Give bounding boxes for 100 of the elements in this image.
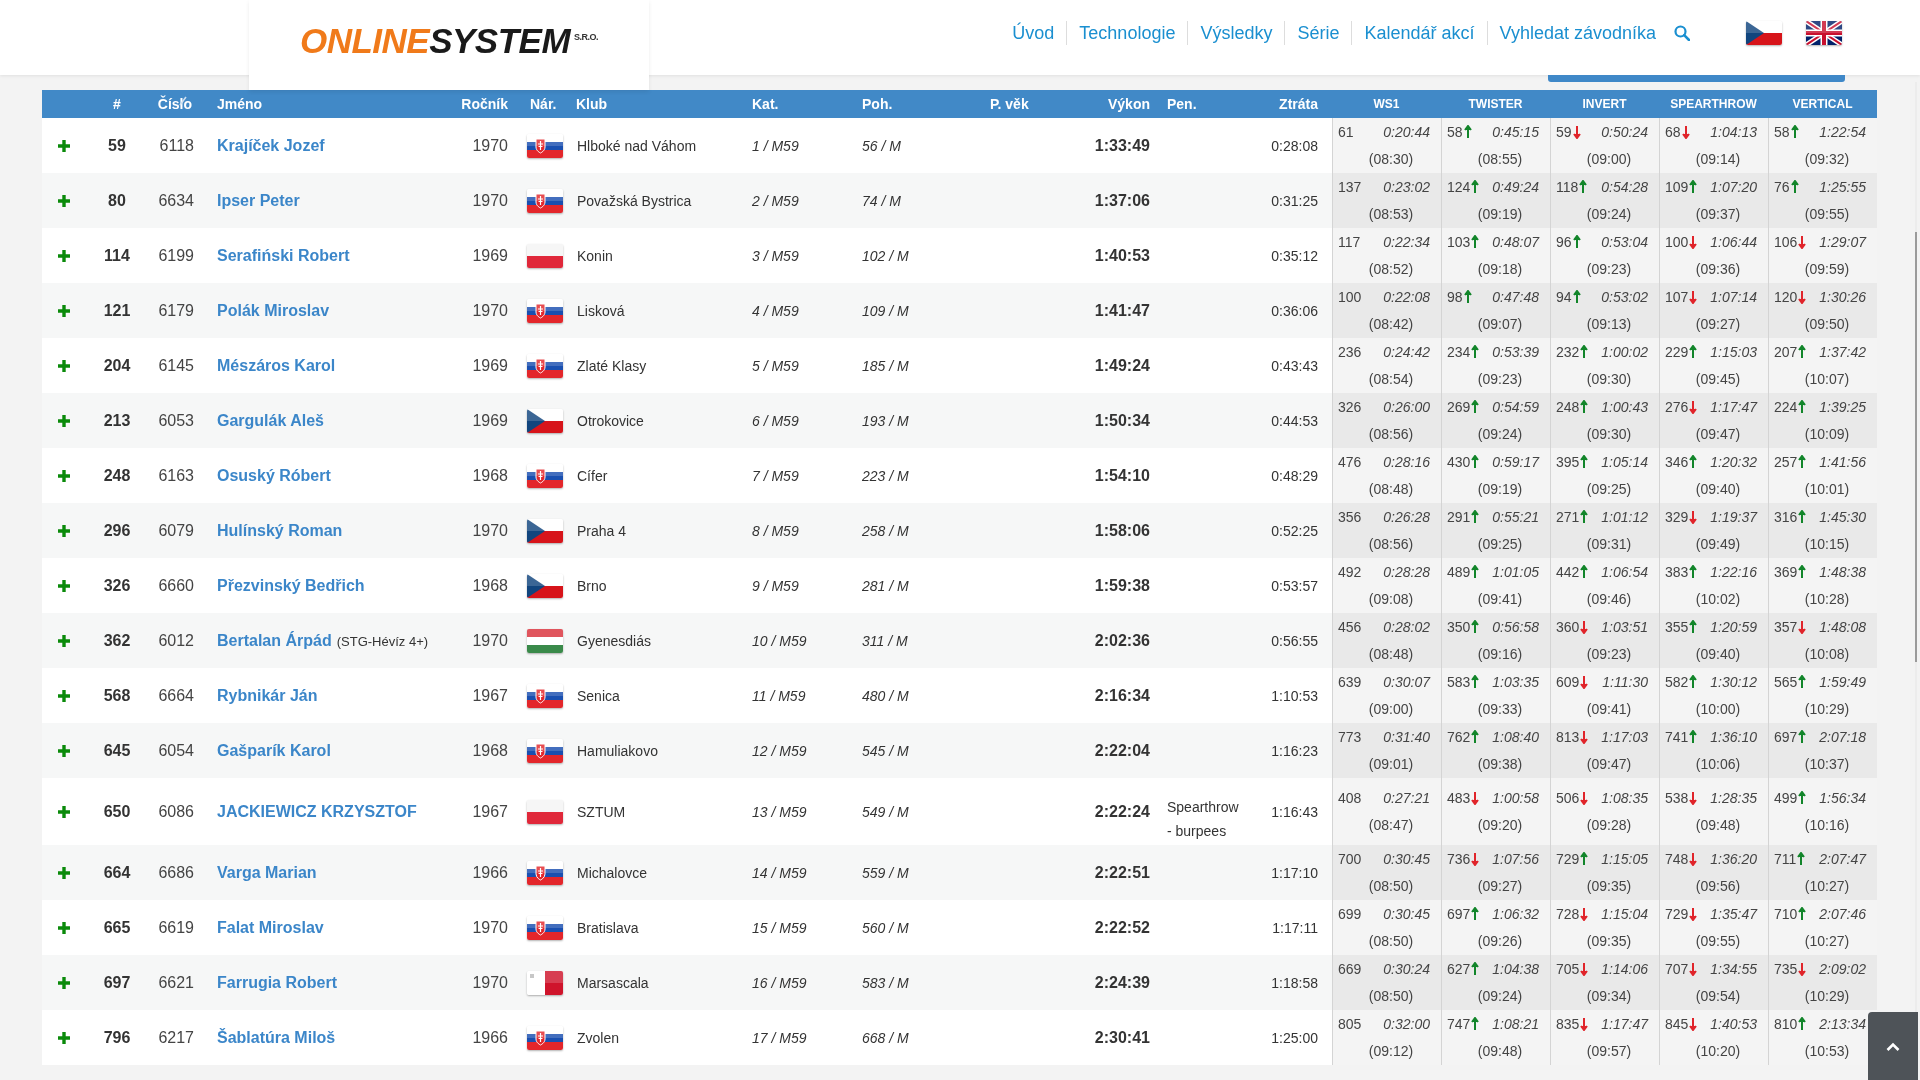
table-cell-text: 1968	[471, 576, 508, 595]
expand-plus-icon[interactable]	[57, 248, 71, 263]
table-cell-text: 1:16:43	[1270, 803, 1319, 820]
column-header[interactable]: Výkon	[1060, 96, 1150, 112]
table-cell-text: 296	[102, 521, 132, 540]
split-time: 2:13:34	[1818, 1016, 1866, 1032]
table-cell-text: 13 / M59	[751, 803, 808, 820]
column-header[interactable]: Číslo	[148, 96, 208, 112]
split-rank: 669	[1338, 961, 1362, 977]
split-time: 1:36:20	[1709, 851, 1757, 867]
nav-link[interactable]: Série	[1285, 22, 1352, 44]
athlete-link[interactable]: Přezvinský Bedřich	[217, 576, 365, 595]
athlete-link[interactable]: JACKIEWICZ KRZYSZTOF	[217, 802, 417, 821]
split-pace: (09:00)	[1367, 701, 1415, 717]
split-rank: 408	[1338, 790, 1362, 806]
split-time: 1:48:08	[1818, 619, 1866, 635]
table-cell-text: 1:58:06	[1093, 521, 1150, 540]
search-icon[interactable]	[1674, 25, 1690, 41]
athlete-link[interactable]: Šablatúra Miloš	[217, 1028, 336, 1047]
nav-link[interactable]: Kalendář akcí	[1352, 22, 1487, 44]
sort-icon[interactable]	[179, 96, 187, 106]
column-header[interactable]: WS1	[1332, 97, 1441, 111]
expand-plus-icon[interactable]	[57, 688, 71, 703]
column-header[interactable]: Ztráta	[1245, 96, 1332, 112]
nav-link[interactable]: Technologie	[1067, 22, 1188, 44]
table-cell-text: 6686	[157, 863, 195, 882]
athlete-link[interactable]: Osuský Róbert	[217, 466, 331, 485]
split-rank: 326	[1338, 399, 1362, 415]
expand-plus-icon[interactable]	[57, 975, 71, 990]
split-rank: 137	[1338, 179, 1362, 195]
athlete-link[interactable]: Varga Marian	[217, 863, 317, 882]
nav-link[interactable]: Úvod	[1000, 22, 1067, 44]
table-cell-text: Hamuliakovo	[576, 742, 659, 759]
split-pace: (10:29)	[1803, 701, 1851, 717]
athlete-link[interactable]: Hulínský Roman	[217, 521, 343, 540]
split-pace: (09:48)	[1476, 1043, 1524, 1059]
athlete-link[interactable]: Rybnikár Ján	[217, 686, 318, 705]
table-cell-text: 362	[102, 631, 132, 650]
expand-plus-icon[interactable]	[57, 865, 71, 880]
athlete-link[interactable]: Krajíček Jozef	[217, 136, 325, 155]
scrollbar-thumb[interactable]	[1915, 232, 1917, 662]
expand-plus-icon[interactable]	[57, 358, 71, 373]
table-cell-text: Brno	[576, 577, 608, 594]
split-rank: 383	[1665, 564, 1689, 580]
expand-plus-icon[interactable]	[57, 743, 71, 758]
column-header[interactable]: SPEARTHROW	[1659, 97, 1768, 111]
split-pace: (09:18)	[1476, 261, 1524, 277]
table-cell-text: 1967	[471, 686, 508, 705]
column-header[interactable]: TWISTER	[1441, 97, 1550, 111]
expand-plus-icon[interactable]	[57, 138, 71, 153]
language-flag-button[interactable]	[1746, 21, 1782, 45]
athlete-link[interactable]: Gašparík Karol	[217, 741, 331, 760]
nav-link[interactable]: Vyhledat závodníka	[1487, 22, 1668, 44]
table-cell-text: 583 / M	[861, 974, 910, 991]
column-header[interactable]: P. věk	[960, 96, 1060, 112]
athlete-link[interactable]: Polák Miroslav	[217, 301, 330, 320]
split-pace: (09:46)	[1585, 591, 1633, 607]
table-cell-text: Senica	[576, 687, 621, 704]
expand-plus-icon[interactable]	[57, 523, 71, 538]
language-flag-button[interactable]	[1806, 21, 1842, 45]
column-header[interactable]: INVERT	[1550, 97, 1659, 111]
expand-plus-icon[interactable]	[57, 303, 71, 318]
athlete-link[interactable]: Mészáros Karol	[217, 356, 336, 375]
athlete-link[interactable]: Farrugia Robert	[217, 973, 337, 992]
expand-plus-icon[interactable]	[57, 578, 71, 593]
table-cell-text: 1968	[471, 466, 508, 485]
column-header[interactable]: #	[86, 96, 148, 112]
column-header[interactable]: Nár.	[508, 96, 570, 112]
logo[interactable]: ONLINESYSTEM$^{S.R.O.}$	[299, 21, 599, 61]
expand-plus-icon[interactable]	[57, 633, 71, 648]
column-header[interactable]: Kat.	[740, 96, 840, 112]
column-header[interactable]: VERTICAL	[1768, 97, 1877, 111]
split-rank: 229	[1665, 344, 1689, 360]
expand-plus-icon[interactable]	[57, 920, 71, 935]
column-header[interactable]: Poh.	[840, 96, 960, 112]
split-time: 0:23:02	[1382, 179, 1430, 195]
split-rank: 442	[1556, 564, 1580, 580]
athlete-link[interactable]: Bertalan Árpád	[217, 631, 332, 650]
expand-plus-icon[interactable]	[57, 413, 71, 428]
nav-link[interactable]: Výsledky	[1188, 22, 1285, 44]
split-pace: (09:25)	[1476, 536, 1524, 552]
expand-plus-icon[interactable]	[57, 1030, 71, 1045]
athlete-link[interactable]: Serafiński Robert	[217, 246, 350, 265]
column-header[interactable]: Klub	[570, 96, 740, 112]
split-pace: (08:48)	[1367, 481, 1415, 497]
split-pace: (09:35)	[1585, 878, 1633, 894]
split-rank: 582	[1665, 674, 1689, 690]
split-rank: 430	[1447, 454, 1471, 470]
expand-plus-icon[interactable]	[57, 193, 71, 208]
expand-plus-icon[interactable]	[57, 468, 71, 483]
athlete-link[interactable]: Gargulák Aleš	[217, 411, 324, 430]
athlete-link[interactable]: Ipser Peter	[217, 191, 300, 210]
table-cell-text: 326	[102, 576, 132, 595]
split-rank: 224	[1774, 399, 1798, 415]
team-name: (STG-Hévíz 4+)	[336, 633, 429, 649]
athlete-link[interactable]: Falat Miroslav	[217, 918, 324, 937]
column-header[interactable]: Pen.	[1150, 96, 1245, 112]
column-header[interactable]: Ročník	[458, 96, 508, 112]
column-header[interactable]: Jméno	[208, 96, 458, 112]
expand-plus-icon[interactable]	[57, 804, 71, 819]
